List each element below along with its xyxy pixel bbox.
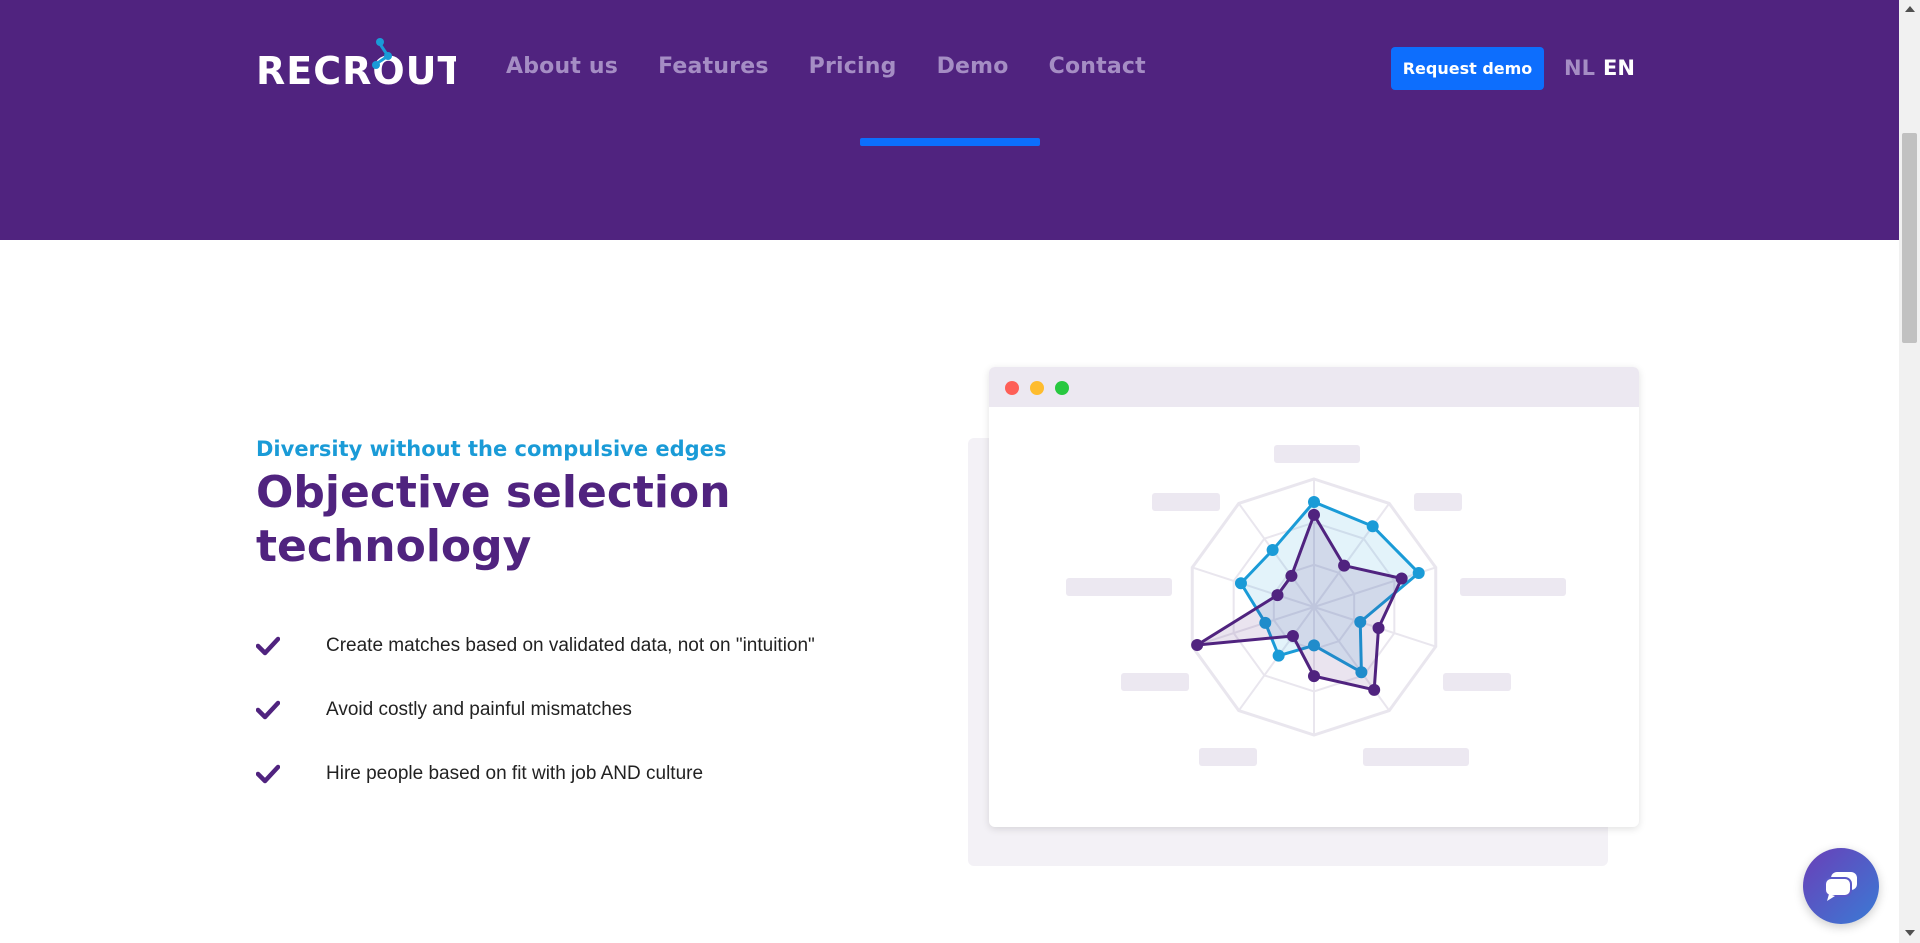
chat-bubble-icon [1824, 872, 1857, 901]
label-placeholder [1199, 748, 1257, 766]
page-scrollbar[interactable] [1899, 0, 1920, 943]
chat-widget-button[interactable] [1803, 848, 1879, 924]
radar-series-1-point [1366, 520, 1379, 533]
radar-series-1-point [1234, 577, 1247, 590]
page: RECROUT About us Features Pricing Demo C… [0, 0, 1920, 943]
radar-series [1191, 496, 1425, 696]
feature-text: Create matches based on validated data, … [326, 635, 815, 656]
recrout-logo[interactable]: RECROUT [256, 32, 456, 88]
browser-mockup [989, 367, 1639, 827]
feature-list: Create matches based on validated data, … [256, 614, 815, 806]
radar-series-2-point [1286, 629, 1299, 642]
radar-series-1-point [1412, 566, 1425, 579]
label-placeholder [1152, 493, 1220, 511]
minimize-dot-icon [1030, 381, 1044, 395]
browser-titlebar [989, 367, 1639, 407]
section-title: Objective selection technology [256, 467, 731, 572]
radar-series-2-point [1338, 559, 1351, 572]
radar-series-1-point [1272, 649, 1285, 662]
maximize-dot-icon [1055, 381, 1069, 395]
scroll-up-arrow-icon[interactable] [1905, 6, 1915, 12]
scroll-down-arrow-icon[interactable] [1905, 930, 1915, 936]
nav-features[interactable]: Features [658, 54, 769, 79]
feature-text: Hire people based on fit with job AND cu… [326, 763, 704, 784]
logo-text: RECROUT [256, 49, 456, 88]
check-icon [256, 762, 326, 786]
radar-series-2-point [1285, 569, 1298, 582]
feature-item: Hire people based on fit with job AND cu… [256, 742, 815, 806]
radar-series-1-point [1266, 544, 1279, 557]
nav-demo[interactable]: Demo [937, 54, 1009, 79]
radar-series-2-point [1271, 589, 1284, 602]
radar-series-2-point [1395, 572, 1408, 585]
check-icon [256, 634, 326, 658]
language-nl[interactable]: NL [1564, 56, 1595, 80]
radar-series-2-point [1308, 508, 1320, 521]
radar-series-2-point [1191, 638, 1204, 651]
language-en[interactable]: EN [1603, 56, 1635, 80]
nav-contact[interactable]: Contact [1049, 54, 1146, 79]
label-placeholder [1066, 578, 1172, 596]
radar-series-1-point [1308, 496, 1320, 509]
radar-chart [1066, 445, 1566, 766]
label-placeholder [1121, 673, 1189, 691]
radar-series-2-point [1368, 683, 1381, 696]
label-placeholder [1414, 493, 1462, 511]
nav-about-us[interactable]: About us [506, 54, 618, 79]
radar-series-2-point [1372, 621, 1385, 634]
feature-text: Avoid costly and painful mismatches [326, 699, 632, 720]
radar-series-2-point [1308, 670, 1320, 683]
label-placeholder [1460, 578, 1566, 596]
active-nav-indicator [860, 138, 1040, 146]
feature-item: Create matches based on validated data, … [256, 614, 815, 678]
feature-item: Avoid costly and painful mismatches [256, 678, 815, 742]
label-placeholder [1443, 673, 1511, 691]
label-placeholder [1363, 748, 1469, 766]
request-demo-button[interactable]: Request demo [1391, 47, 1544, 90]
section-eyebrow: Diversity without the compulsive edges [256, 437, 727, 461]
main-nav: About us Features Pricing Demo Contact [506, 54, 1146, 79]
scroll-thumb[interactable] [1902, 133, 1917, 343]
close-dot-icon [1005, 381, 1019, 395]
label-placeholder [1274, 445, 1360, 463]
check-icon [256, 698, 326, 722]
hero-header: RECROUT About us Features Pricing Demo C… [0, 0, 1899, 240]
nav-pricing[interactable]: Pricing [809, 54, 897, 79]
